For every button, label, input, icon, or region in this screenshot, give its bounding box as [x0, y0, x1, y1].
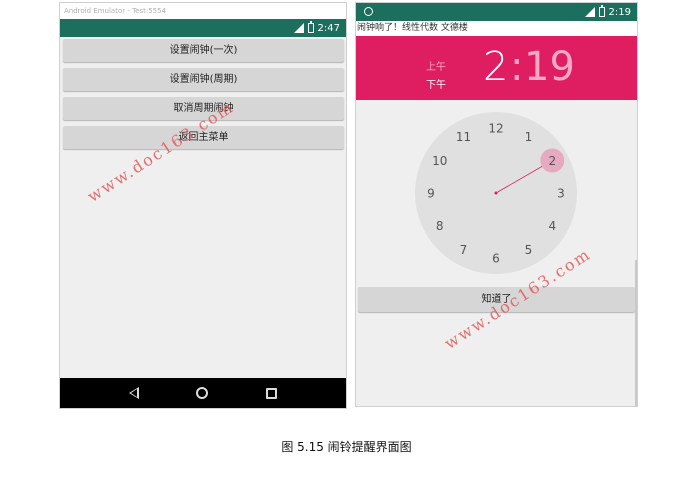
right-phone-screen: 2:19 闹钟响了！线性代数 文德楼 上午 下午 2 : 19 12 1 2 3 4 5 6… — [355, 2, 638, 407]
clock-number-6[interactable]: 6 — [492, 252, 500, 266]
set-alarm-once-button[interactable]: 设置闹钟(一次) — [63, 39, 344, 62]
status-icons: 2:47 — [293, 19, 340, 37]
signal-icon — [584, 7, 595, 17]
clock-number-11[interactable]: 11 — [456, 130, 471, 144]
figure-caption: 图 5.15 闹铃提醒界面图 — [281, 440, 412, 454]
signal-icon — [293, 23, 304, 33]
hour-display[interactable]: 2 — [483, 44, 508, 90]
clock-dial[interactable]: 12 1 2 3 4 5 6 7 8 9 10 11 — [414, 112, 579, 275]
status-time: 2:19 — [608, 6, 631, 18]
time-colon: : — [510, 44, 524, 90]
status-bar: 2:19 — [356, 3, 637, 21]
scroll-edge — [635, 260, 637, 406]
clock-number-1[interactable]: 1 — [525, 130, 533, 144]
emulator-title: Android Emulator - Test:5554 — [60, 3, 346, 19]
recent-apps-icon[interactable] — [266, 387, 278, 399]
time-header: 上午 下午 2 : 19 — [356, 36, 637, 100]
status-icons: 2:19 — [584, 3, 631, 21]
clock-number-2[interactable]: 2 — [548, 154, 556, 168]
home-icon[interactable] — [196, 387, 209, 399]
alarm-title: 闹钟响了！线性代数 文德楼 — [356, 21, 637, 36]
am-label[interactable]: 上午 — [426, 58, 446, 73]
clock-number-9[interactable]: 9 — [427, 187, 435, 201]
alarm-clock-icon — [364, 7, 373, 16]
pm-label[interactable]: 下午 — [426, 76, 446, 91]
status-time: 2:47 — [317, 22, 340, 34]
back-icon[interactable] — [128, 387, 139, 399]
clock-number-4[interactable]: 4 — [548, 219, 556, 233]
battery-icon — [307, 21, 314, 33]
navigation-bar — [60, 378, 346, 408]
clock-number-8[interactable]: 8 — [436, 219, 444, 233]
clock-number-10[interactable]: 10 — [432, 154, 447, 168]
minute-display[interactable]: 19 — [524, 44, 575, 90]
left-phone-screen: Android Emulator - Test:5554 2:47 设置闹钟(一… — [59, 2, 347, 409]
clock-number-12[interactable]: 12 — [488, 122, 503, 136]
clock-number-5[interactable]: 5 — [525, 243, 533, 257]
clock-number-3[interactable]: 3 — [557, 187, 565, 201]
set-alarm-repeat-button[interactable]: 设置闹钟(周期) — [63, 68, 344, 91]
clock-face[interactable]: 121234567891011 — [414, 112, 579, 275]
status-bar: 2:47 — [60, 19, 346, 37]
clock-number-7[interactable]: 7 — [460, 243, 468, 257]
battery-icon — [598, 5, 605, 17]
